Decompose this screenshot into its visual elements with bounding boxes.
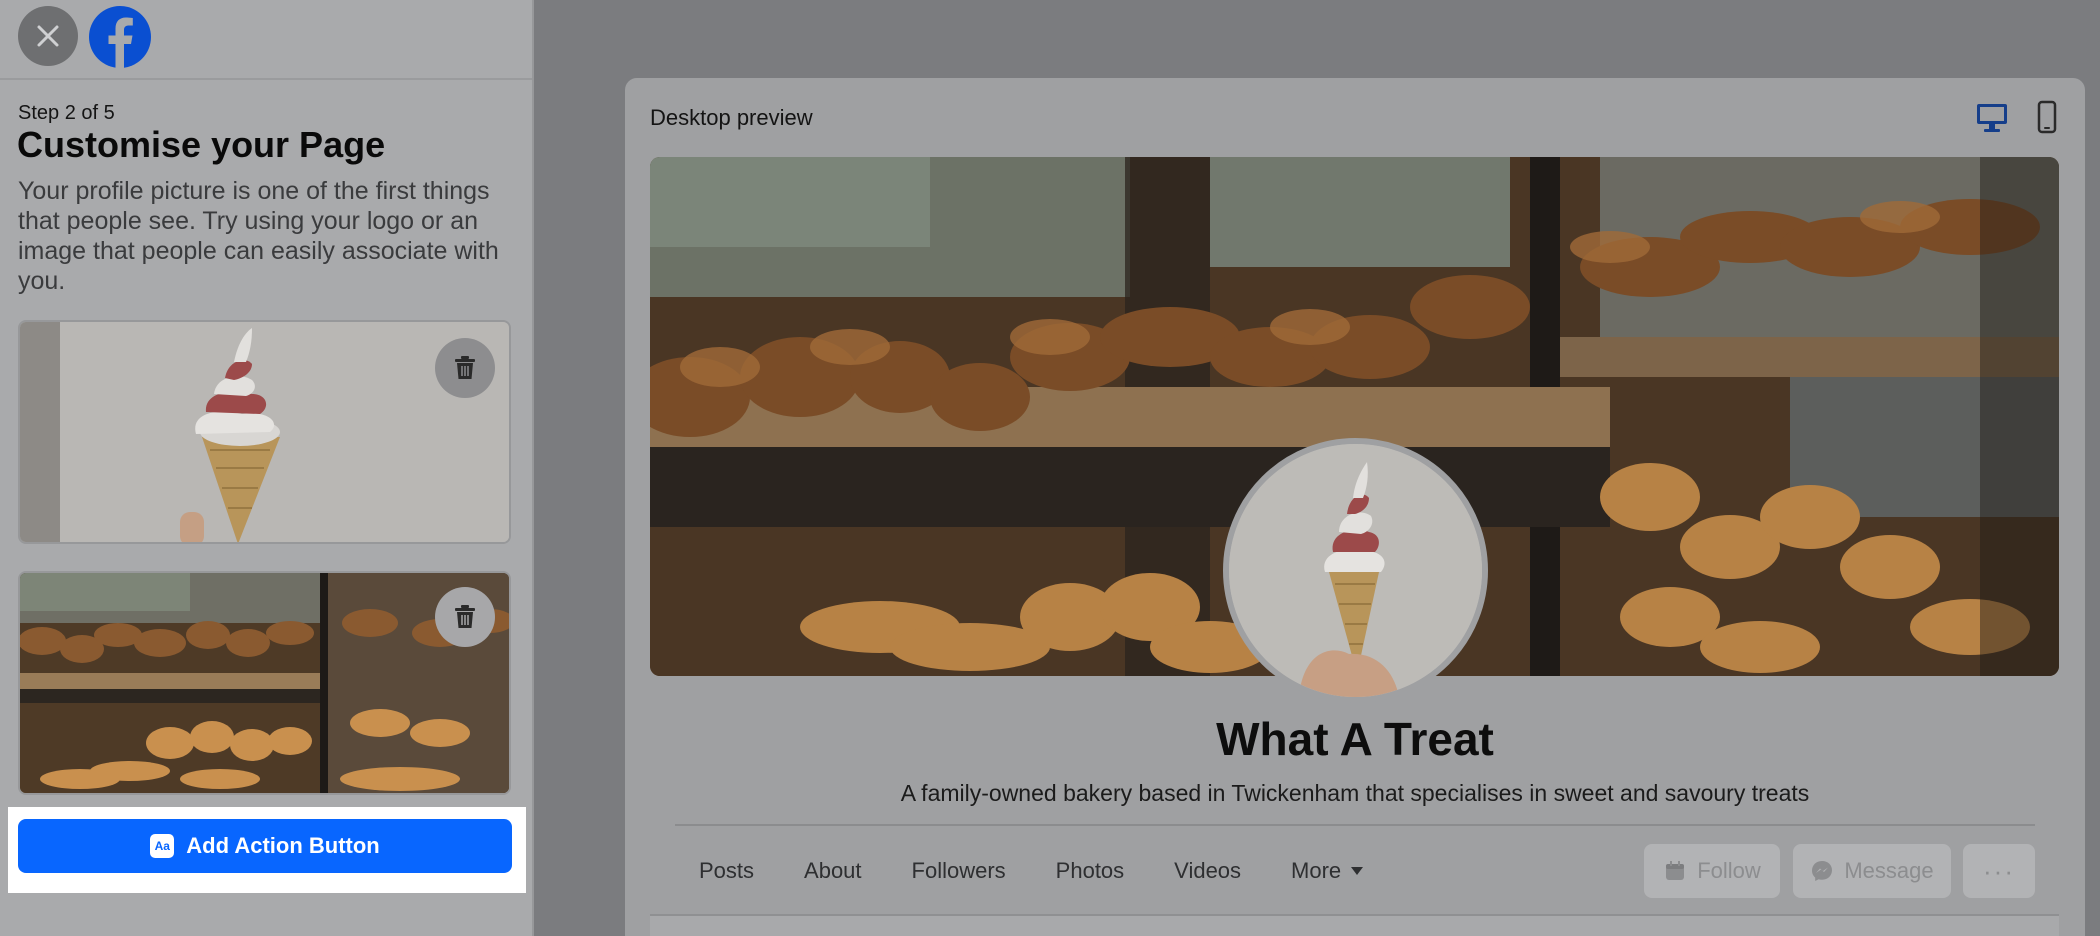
add-action-button-label: Add Action Button bbox=[186, 833, 380, 858]
tab-videos[interactable]: Videos bbox=[1174, 858, 1241, 884]
step-indicator: Step 2 of 5 bbox=[18, 102, 115, 124]
desktop-preview-panel: Desktop preview What A Treat A family-ow… bbox=[625, 78, 2085, 936]
trash-icon bbox=[455, 356, 475, 379]
caret-down-icon bbox=[1351, 867, 1364, 875]
follow-button[interactable]: Follow bbox=[1644, 844, 1780, 898]
cover-photo-thumbnail[interactable] bbox=[18, 571, 511, 795]
setup-sidebar: Step 2 of 5 Customise your Page Your pro… bbox=[0, 0, 534, 936]
follow-label: Follow bbox=[1697, 858, 1761, 883]
tab-posts[interactable]: Posts bbox=[699, 858, 754, 884]
divider bbox=[675, 824, 2035, 826]
tab-about[interactable]: About bbox=[804, 858, 862, 884]
tab-followers[interactable]: Followers bbox=[912, 858, 1006, 884]
preview-title: Desktop preview bbox=[650, 105, 813, 130]
tab-label: Posts bbox=[699, 858, 755, 883]
profile-picture-preview bbox=[1223, 438, 1488, 703]
message-label: Message bbox=[1844, 858, 1934, 883]
trash-icon bbox=[455, 605, 475, 628]
tab-label: More bbox=[1291, 858, 1342, 883]
page-description: A family-owned bakery based in Twickenha… bbox=[900, 780, 1810, 806]
step-description: Your profile picture is one of the first… bbox=[18, 177, 499, 295]
tab-label: About bbox=[804, 858, 862, 883]
facebook-logo[interactable] bbox=[89, 6, 151, 68]
tab-label: Photos bbox=[1055, 858, 1125, 883]
mobile-icon[interactable] bbox=[2030, 100, 2064, 134]
delete-profile-picture-button[interactable] bbox=[435, 338, 495, 398]
page-title: Customise your Page bbox=[17, 124, 386, 165]
tab-photos[interactable]: Photos bbox=[1056, 858, 1125, 884]
add-action-button[interactable]: Aa Add Action Button bbox=[18, 819, 512, 873]
tab-label: Followers bbox=[911, 858, 1006, 883]
follow-icon bbox=[1666, 861, 1685, 880]
action-button-icon: Aa bbox=[150, 834, 175, 858]
action-button-highlight: Aa Add Action Button bbox=[8, 807, 526, 893]
tab-label: Videos bbox=[1174, 858, 1242, 883]
page-name: What A Treat bbox=[1216, 713, 1494, 765]
messenger-icon bbox=[1812, 861, 1833, 881]
preview-content-strip bbox=[650, 914, 2059, 936]
profile-picture-thumbnail[interactable] bbox=[18, 320, 511, 544]
page-tabs: Posts About Followers Photos Videos More bbox=[699, 858, 1413, 884]
more-options-icon: ··· bbox=[1983, 855, 2015, 886]
close-icon bbox=[37, 25, 59, 47]
desktop-icon[interactable] bbox=[1975, 100, 2009, 134]
more-options-button[interactable]: ··· bbox=[1963, 844, 2035, 898]
ice-cream-profile-image bbox=[1229, 444, 1482, 697]
close-button[interactable] bbox=[18, 6, 78, 66]
delete-cover-photo-button[interactable] bbox=[435, 587, 495, 647]
tab-more[interactable]: More bbox=[1291, 858, 1364, 884]
message-button[interactable]: Message bbox=[1793, 844, 1951, 898]
sidebar-topbar bbox=[0, 0, 532, 80]
